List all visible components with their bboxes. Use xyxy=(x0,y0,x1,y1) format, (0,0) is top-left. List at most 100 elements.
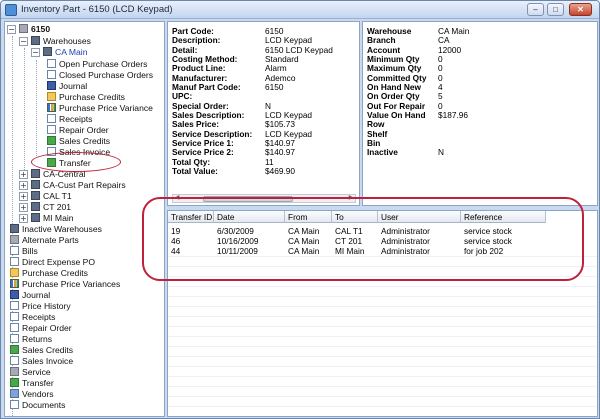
part-field-label-15: Total Value: xyxy=(172,166,218,177)
part-icon xyxy=(19,24,28,33)
tree-label: Repair Order xyxy=(59,125,109,135)
tree-item-purchase-credits[interactable]: Purchase Credits xyxy=(47,92,125,103)
tree-item-ca-main[interactable]: − CA Main xyxy=(31,47,87,58)
tree-label: Purchase Credits xyxy=(22,268,88,278)
tree-item-transfer-top[interactable]: Transfer xyxy=(10,378,54,389)
warehouse-icon xyxy=(31,213,40,222)
tree-label: Repair Order xyxy=(22,323,72,333)
tree-item-receipts[interactable]: Receipts xyxy=(47,114,92,125)
history-icon xyxy=(10,301,19,310)
tree-item-journal[interactable]: Journal xyxy=(47,81,87,92)
vendors-icon xyxy=(10,389,19,398)
maximize-button[interactable]: □ xyxy=(547,3,564,16)
part-field-value-13: $140.97 xyxy=(265,147,295,158)
tree-item-open-purchase-orders[interactable]: Open Purchase Orders xyxy=(47,59,147,70)
app-icon xyxy=(5,4,17,16)
window-title: Inventory Part - 6150 (LCD Keypad) xyxy=(21,4,173,15)
tree-item-repair-order[interactable]: Repair Order xyxy=(47,125,109,136)
variance-icon xyxy=(47,103,56,112)
tree-root-label: 6150 xyxy=(31,24,51,34)
warehouse-icon xyxy=(31,202,40,211)
tree-item-purchase-credits-top[interactable]: Purchase Credits xyxy=(10,268,88,279)
tree-label: Journal xyxy=(22,290,51,300)
credit-icon xyxy=(47,136,56,145)
tree-label: Warehouses xyxy=(43,36,91,46)
warehouse-icon xyxy=(43,47,52,56)
tree-item-sales-credits-top[interactable]: Sales Credits xyxy=(10,345,73,356)
tree-label: Journal xyxy=(59,81,88,91)
tree-item-cal-t1[interactable]: + CAL T1 xyxy=(19,191,72,202)
receipt-icon xyxy=(10,312,19,321)
navigation-tree[interactable]: − 6150 − Warehouses − CA Main Open Purch… xyxy=(4,21,165,417)
tree-item-ca-cust-part-repairs[interactable]: + CA-Cust Part Repairs xyxy=(19,180,126,191)
tree-label: Sales Credits xyxy=(59,136,111,146)
warehouse-icon xyxy=(31,169,40,178)
tree-item-mi-main[interactable]: + MI Main xyxy=(19,213,74,224)
tree-item-ct-201[interactable]: + CT 201 xyxy=(19,202,71,213)
tree-label: CA-Cust Part Repairs xyxy=(43,180,126,190)
tree-item-sales-invoice-top[interactable]: Sales Invoice xyxy=(10,356,73,367)
tree-item-documents[interactable]: Documents xyxy=(10,400,65,411)
tree-label: Vendors xyxy=(22,389,54,399)
tree-item-purchase-price-variance[interactable]: Purchase Price Variance xyxy=(47,103,153,114)
tree-item-price-history[interactable]: Price History xyxy=(10,301,71,312)
tree-label: Receipts xyxy=(59,114,93,124)
transfer-icon xyxy=(10,378,19,387)
part-values: 6150 LCD Keypad 6150 LCD Keypad Standard Ala… xyxy=(265,26,333,177)
warehouse-icon xyxy=(31,36,40,45)
tree-label: Service xyxy=(22,367,51,377)
tree-label: Receipts xyxy=(22,312,56,322)
wrench-icon xyxy=(10,367,19,376)
tree-label: Purchase Price Variances xyxy=(22,279,121,289)
tree-item-vendors[interactable]: Vendors xyxy=(10,389,54,400)
invoice-icon xyxy=(10,356,19,365)
tree-label: Purchase Credits xyxy=(59,92,125,102)
warehouse-icon xyxy=(31,180,40,189)
tree-item-closed-purchase-orders[interactable]: Closed Purchase Orders xyxy=(47,70,153,81)
tree-item-receipts-top[interactable]: Receipts xyxy=(10,312,55,323)
part-field-value-6: 6150 xyxy=(265,82,284,93)
tree-label: CT 201 xyxy=(43,202,72,212)
tree-label: Inactive Warehouses xyxy=(22,224,102,234)
tree-item-purchase-price-variances[interactable]: Purchase Price Variances xyxy=(10,279,120,290)
close-button[interactable]: ✕ xyxy=(569,3,592,16)
journal-icon xyxy=(47,81,56,90)
minimize-button[interactable]: – xyxy=(527,3,544,16)
gear-icon xyxy=(10,235,19,244)
tree-item-alternate-parts[interactable]: Alternate Parts xyxy=(10,235,79,246)
warehouse-field-value-10 xyxy=(438,120,469,129)
warehouse-details-pane: Warehouse Branch Account Minimum Qty Maximum… xyxy=(362,21,598,206)
tree-item-bills[interactable]: Bills xyxy=(10,246,38,257)
tree-label: CAL T1 xyxy=(43,191,72,201)
document-icon xyxy=(47,70,56,79)
tree-label: Open Purchase Orders xyxy=(59,59,148,69)
credit-icon xyxy=(10,345,19,354)
tree-label: MI Main xyxy=(43,213,74,223)
title-bar[interactable]: Inventory Part - 6150 (LCD Keypad) – □ ✕ xyxy=(1,1,599,19)
tree-root[interactable]: − 6150 xyxy=(7,24,50,35)
inventory-part-window: Inventory Part - 6150 (LCD Keypad) – □ ✕… xyxy=(0,0,600,419)
variance-icon xyxy=(10,279,19,288)
tree-label: Sales Invoice xyxy=(22,356,74,366)
warehouse-labels: Warehouse Branch Account Minimum Qty Maximum… xyxy=(367,26,426,158)
tree-label: Sales Credits xyxy=(22,345,74,355)
highlight-box-transfers xyxy=(142,197,584,281)
tree-item-service[interactable]: Service xyxy=(10,367,51,378)
tree-item-journal-top[interactable]: Journal xyxy=(10,290,50,301)
tree-label: CA Main xyxy=(55,47,88,57)
tree-label: Bills xyxy=(22,246,38,256)
tree-item-warehouses[interactable]: − Warehouses xyxy=(19,36,91,47)
tree-item-sales-credits[interactable]: Sales Credits xyxy=(47,136,110,147)
tree-item-direct-expense-po[interactable]: Direct Expense PO xyxy=(10,257,95,268)
return-icon xyxy=(10,334,19,343)
tree-label: Documents xyxy=(22,400,66,410)
tree-item-inactive-warehouses[interactable]: Inactive Warehouses xyxy=(10,224,102,235)
highlight-ellipse-transfer xyxy=(31,152,121,172)
warehouse-field-value-11 xyxy=(438,130,469,139)
part-labels: Part Code: Description: Detail: Costing Met… xyxy=(172,26,252,177)
tree-item-returns[interactable]: Returns xyxy=(10,334,52,345)
tree-item-repair-order-top[interactable]: Repair Order xyxy=(10,323,72,334)
document-icon xyxy=(47,125,56,134)
warehouse-icon xyxy=(10,224,19,233)
tree-label: Price History xyxy=(22,301,71,311)
